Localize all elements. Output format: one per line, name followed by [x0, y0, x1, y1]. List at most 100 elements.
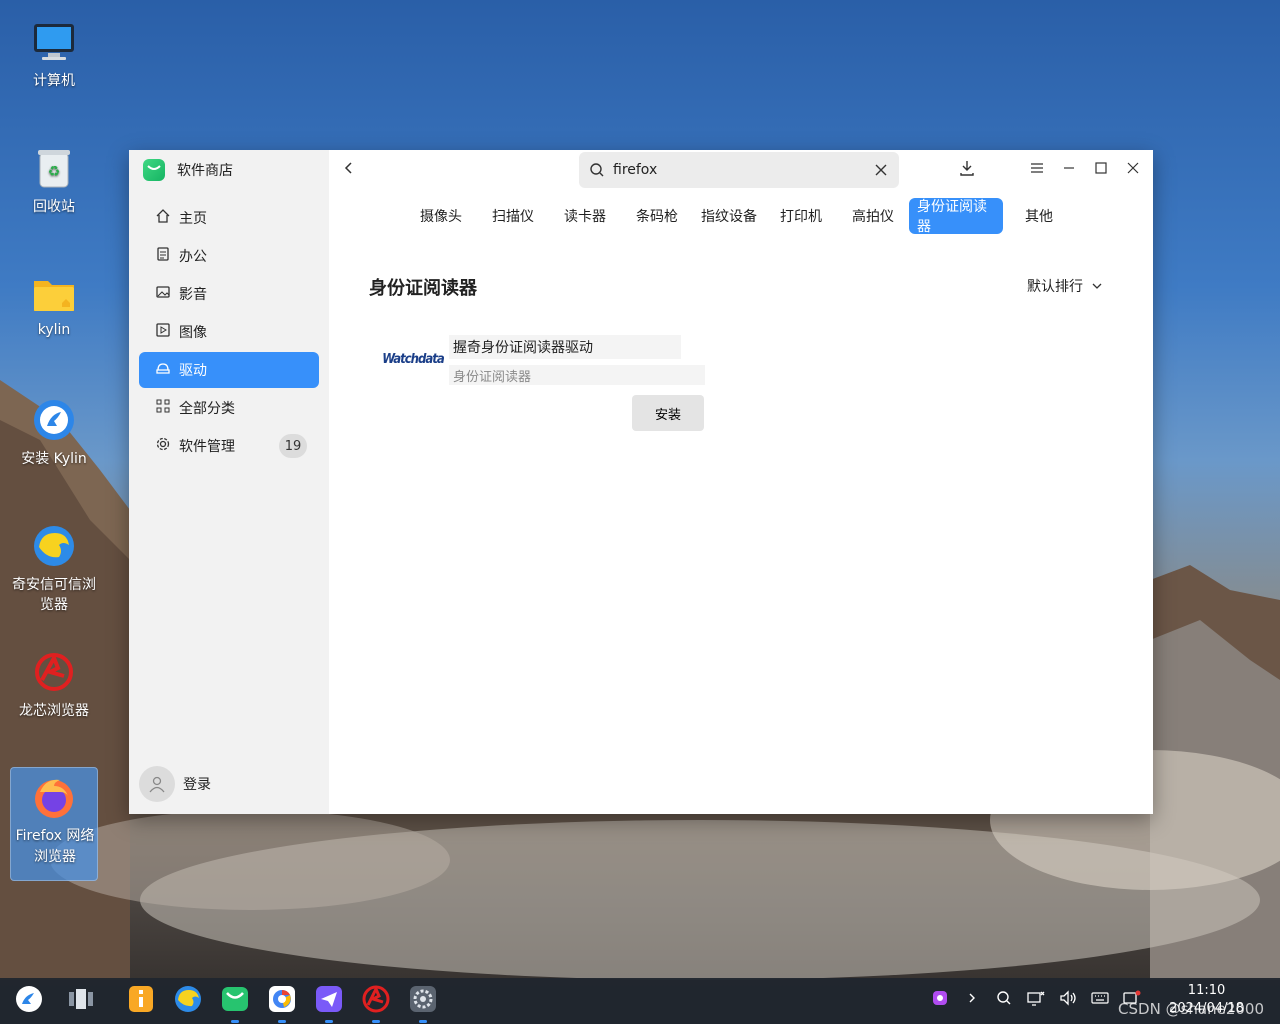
- chevron-down-icon: [1091, 278, 1103, 294]
- download-button[interactable]: [955, 158, 979, 182]
- taskbar-software-store[interactable]: [219, 985, 251, 1023]
- install-button[interactable]: 安装: [632, 395, 704, 431]
- running-indicator: [325, 1020, 333, 1023]
- screenshot-tray-button[interactable]: [930, 990, 950, 1010]
- chevron-left-icon: [344, 161, 354, 179]
- search-icon: [587, 160, 607, 180]
- close-icon: [1127, 162, 1139, 178]
- running-indicator: [372, 1020, 380, 1023]
- tab-id-card-reader[interactable]: 身份证阅读器: [909, 198, 1003, 235]
- install-kylin-icon: [32, 398, 76, 442]
- running-indicator: [419, 1020, 427, 1023]
- tab-printer[interactable]: 打印机: [765, 198, 837, 234]
- minimize-icon: [1063, 162, 1075, 178]
- desktop-icon-loongson-browser[interactable]: 龙芯浏览器: [8, 650, 100, 720]
- sidebar-item-all-categories[interactable]: 全部分类: [139, 390, 319, 426]
- download-icon: [959, 159, 975, 181]
- app-header: 软件商店: [143, 158, 233, 182]
- network-icon: [1027, 990, 1045, 1010]
- tab-camera[interactable]: 摄像头: [405, 198, 477, 234]
- clear-search-button[interactable]: [871, 160, 891, 180]
- grid-icon: [155, 398, 171, 418]
- taskbar-settings[interactable]: [407, 985, 439, 1023]
- sidebar-item-home[interactable]: 主页: [139, 200, 319, 236]
- settings-icon: [409, 985, 437, 1017]
- browser-icon: [268, 985, 296, 1017]
- desktop-icon-install-kylin[interactable]: 安装 Kylin: [8, 398, 100, 468]
- tab-fingerprint[interactable]: 指纹设备: [693, 198, 765, 234]
- desktop-icon-computer[interactable]: 计算机: [8, 20, 100, 90]
- start-menu-button[interactable]: [13, 985, 45, 1017]
- maximize-button[interactable]: [1089, 158, 1113, 182]
- network-tray-button[interactable]: [1026, 990, 1046, 1010]
- close-button[interactable]: [1121, 158, 1145, 182]
- sidebar-item-label: 影音: [179, 287, 207, 303]
- task-view-icon: [67, 988, 95, 1014]
- chevron-right-icon: [968, 992, 976, 1008]
- taskbar-file-manager[interactable]: [125, 985, 157, 1017]
- tab-barcode-scanner[interactable]: 条码枪: [621, 198, 693, 234]
- firefox-icon: [32, 776, 76, 820]
- volume-tray-button[interactable]: [1058, 990, 1078, 1010]
- back-button[interactable]: [339, 158, 359, 182]
- login-label: 登录: [183, 777, 211, 793]
- tray-expand-button[interactable]: [962, 990, 982, 1010]
- sidebar-item-label: 全部分类: [179, 401, 235, 417]
- tab-other[interactable]: 其他: [1003, 198, 1075, 234]
- taskbar-chrome[interactable]: [266, 985, 298, 1023]
- desktop-icon-label: kylin: [37, 322, 71, 338]
- desktop-icon-firefox[interactable]: Firefox 网络浏览器: [10, 767, 98, 881]
- minimize-button[interactable]: [1057, 158, 1081, 182]
- trash-icon: ♻: [32, 146, 76, 190]
- sidebar-item-software-management[interactable]: 软件管理 19: [139, 428, 319, 464]
- maximize-icon: [1095, 162, 1107, 178]
- sidebar-item-label: 图像: [179, 325, 207, 341]
- watermark: CSDN @shane2000: [1118, 1000, 1264, 1018]
- desktop-icon-label: 回收站: [33, 199, 75, 215]
- keyboard-tray-button[interactable]: [1090, 990, 1110, 1010]
- sidebar-item-media[interactable]: 影音: [139, 276, 319, 312]
- menu-button[interactable]: [1025, 158, 1049, 182]
- sidebar-item-office[interactable]: 办公: [139, 238, 319, 274]
- taskbar: 11:10 2024/04/18: [0, 978, 1280, 1024]
- menu-icon: [1030, 162, 1044, 178]
- running-indicator: [278, 1020, 286, 1023]
- app-title: 软件商店: [177, 163, 233, 179]
- app-name: 握奇身份证阅读器驱动: [449, 335, 681, 359]
- sort-dropdown[interactable]: 默认排行: [1027, 276, 1103, 296]
- file-manager-icon: [128, 985, 154, 1017]
- search-tray-button[interactable]: [994, 990, 1014, 1010]
- update-count-badge: 19: [279, 434, 307, 458]
- tab-card-reader[interactable]: 读卡器: [549, 198, 621, 234]
- login-button[interactable]: 登录: [139, 766, 211, 802]
- sidebar-item-label: 主页: [179, 211, 207, 227]
- taskbar-qianxin-browser[interactable]: [172, 985, 204, 1017]
- software-store-icon: [221, 985, 249, 1017]
- taskbar-messenger[interactable]: [313, 985, 345, 1023]
- sidebar-item-graphics[interactable]: 图像: [139, 314, 319, 350]
- computer-icon: [32, 20, 76, 64]
- clock-time: 11:10: [1187, 983, 1226, 998]
- search-icon: [996, 990, 1012, 1010]
- sort-label: 默认排行: [1027, 279, 1083, 295]
- desktop-icon-label: 安装 Kylin: [21, 451, 87, 467]
- app-card[interactable]: Watchdata 握奇身份证阅读器驱动 身份证阅读器 安装: [382, 335, 709, 435]
- section-title: 身份证阅读器: [369, 278, 477, 299]
- search-input[interactable]: [611, 161, 865, 179]
- tab-document-camera[interactable]: 高拍仪: [837, 198, 909, 234]
- desktop-icon-trash[interactable]: ♻ 回收站: [8, 146, 100, 216]
- sidebar-item-drivers[interactable]: 驱动: [139, 352, 319, 388]
- tab-scanner[interactable]: 扫描仪: [477, 198, 549, 234]
- kylin-start-icon: [15, 985, 43, 1017]
- desktop-icon-folder-kylin[interactable]: kylin: [8, 272, 100, 338]
- taskbar-loongson-browser[interactable]: [360, 985, 392, 1023]
- camera-icon: [932, 990, 948, 1010]
- sidebar-nav: 主页 办公 影音 图像 驱动 全部分类 软件管理 19: [139, 200, 319, 466]
- loongson-browser-icon: [32, 650, 76, 694]
- qianxin-browser-icon: [32, 524, 76, 568]
- watchdata-logo: Watchdata: [382, 351, 445, 367]
- task-view-button[interactable]: [65, 985, 97, 1017]
- sidebar: 软件商店 主页 办公 影音 图像 驱动 全部分类 软件管理 19 登录: [129, 150, 329, 814]
- desktop-icon-qianxin-browser[interactable]: 奇安信可信浏览器: [8, 524, 100, 614]
- svg-text:♻: ♻: [48, 164, 61, 180]
